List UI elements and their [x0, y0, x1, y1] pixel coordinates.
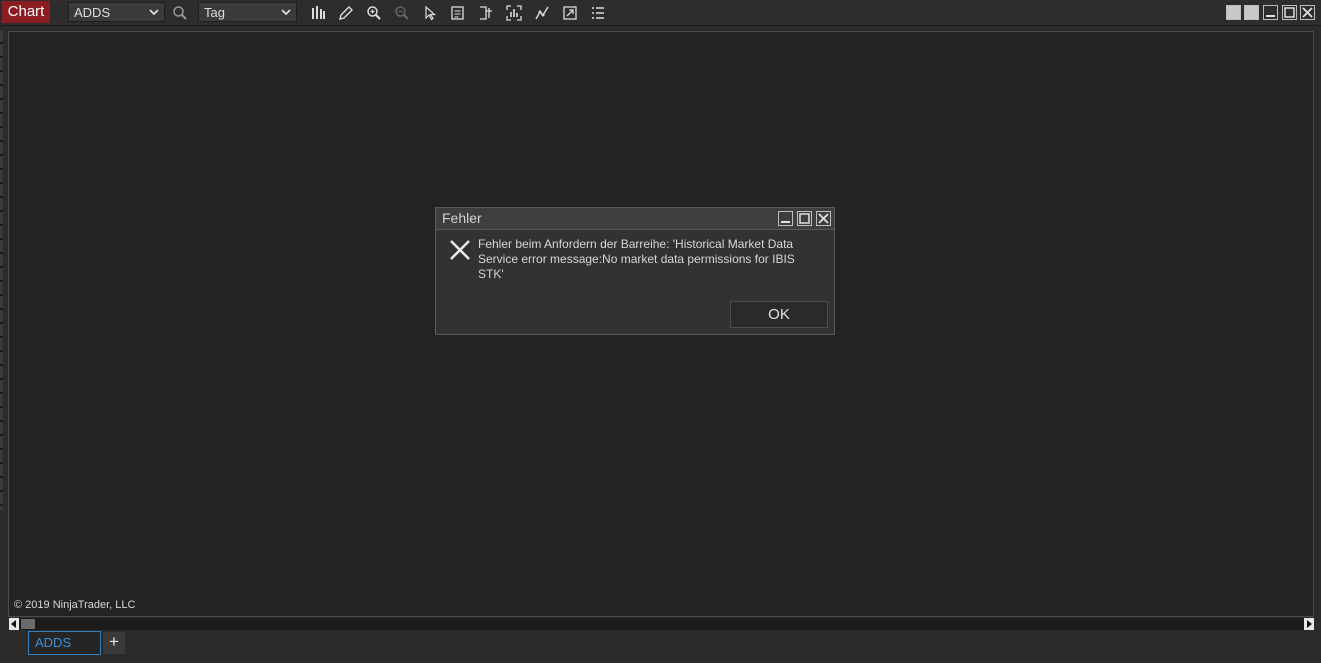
tile-icon[interactable]	[1244, 5, 1259, 20]
scroll-right-icon[interactable]	[1304, 618, 1314, 630]
bars-icon[interactable]	[308, 3, 328, 22]
bracket-icon[interactable]	[476, 3, 496, 22]
minimize-icon[interactable]	[1263, 5, 1278, 20]
error-dialog: Fehler Fehler beim Anfordern der Barreih…	[435, 207, 835, 335]
instrument-select[interactable]: ADDS	[68, 2, 165, 22]
chart-title-tab[interactable]: Chart	[2, 1, 50, 23]
chart-tab-bar: ADDS +	[0, 631, 1321, 663]
tile-icon[interactable]	[1226, 5, 1241, 20]
list-icon[interactable]	[588, 3, 608, 22]
indicators-icon[interactable]	[504, 3, 524, 22]
instrument-value: ADDS	[74, 5, 111, 20]
left-edge-strip	[0, 30, 3, 510]
close-icon[interactable]	[1300, 5, 1315, 20]
zoom-out-icon[interactable]	[392, 3, 412, 22]
close-icon[interactable]	[816, 211, 831, 226]
ok-button[interactable]: OK	[730, 301, 828, 328]
strategy-icon[interactable]	[532, 3, 552, 22]
pointer-icon[interactable]	[420, 3, 440, 22]
interval-value: Tag	[204, 5, 225, 20]
horizontal-scrollbar[interactable]	[9, 618, 1314, 630]
maximize-icon[interactable]	[797, 211, 812, 226]
add-tab-button[interactable]: +	[103, 632, 125, 654]
copyright-text: © 2019 NinjaTrader, LLC	[14, 599, 136, 611]
search-icon[interactable]	[170, 3, 190, 22]
chevron-down-icon	[149, 3, 159, 16]
dialog-title-bar[interactable]: Fehler	[436, 208, 834, 230]
interval-select[interactable]: Tag	[198, 2, 297, 22]
pencil-icon[interactable]	[336, 3, 356, 22]
chevron-down-icon	[281, 3, 291, 16]
scroll-left-icon[interactable]	[9, 618, 19, 630]
minimize-icon[interactable]	[778, 211, 793, 226]
tab-adds[interactable]: ADDS	[28, 631, 101, 655]
maximize-icon[interactable]	[1282, 5, 1297, 20]
error-x-icon	[449, 239, 471, 266]
scroll-thumb[interactable]	[21, 619, 35, 629]
dialog-message: Fehler beim Anfordern der Barreihe: 'His…	[478, 237, 795, 281]
share-icon[interactable]	[560, 3, 580, 22]
chart-toolbar: Chart ADDS Tag	[0, 0, 1321, 26]
properties-icon[interactable]	[448, 3, 468, 22]
zoom-in-icon[interactable]	[364, 3, 384, 22]
dialog-title: Fehler	[442, 210, 482, 226]
